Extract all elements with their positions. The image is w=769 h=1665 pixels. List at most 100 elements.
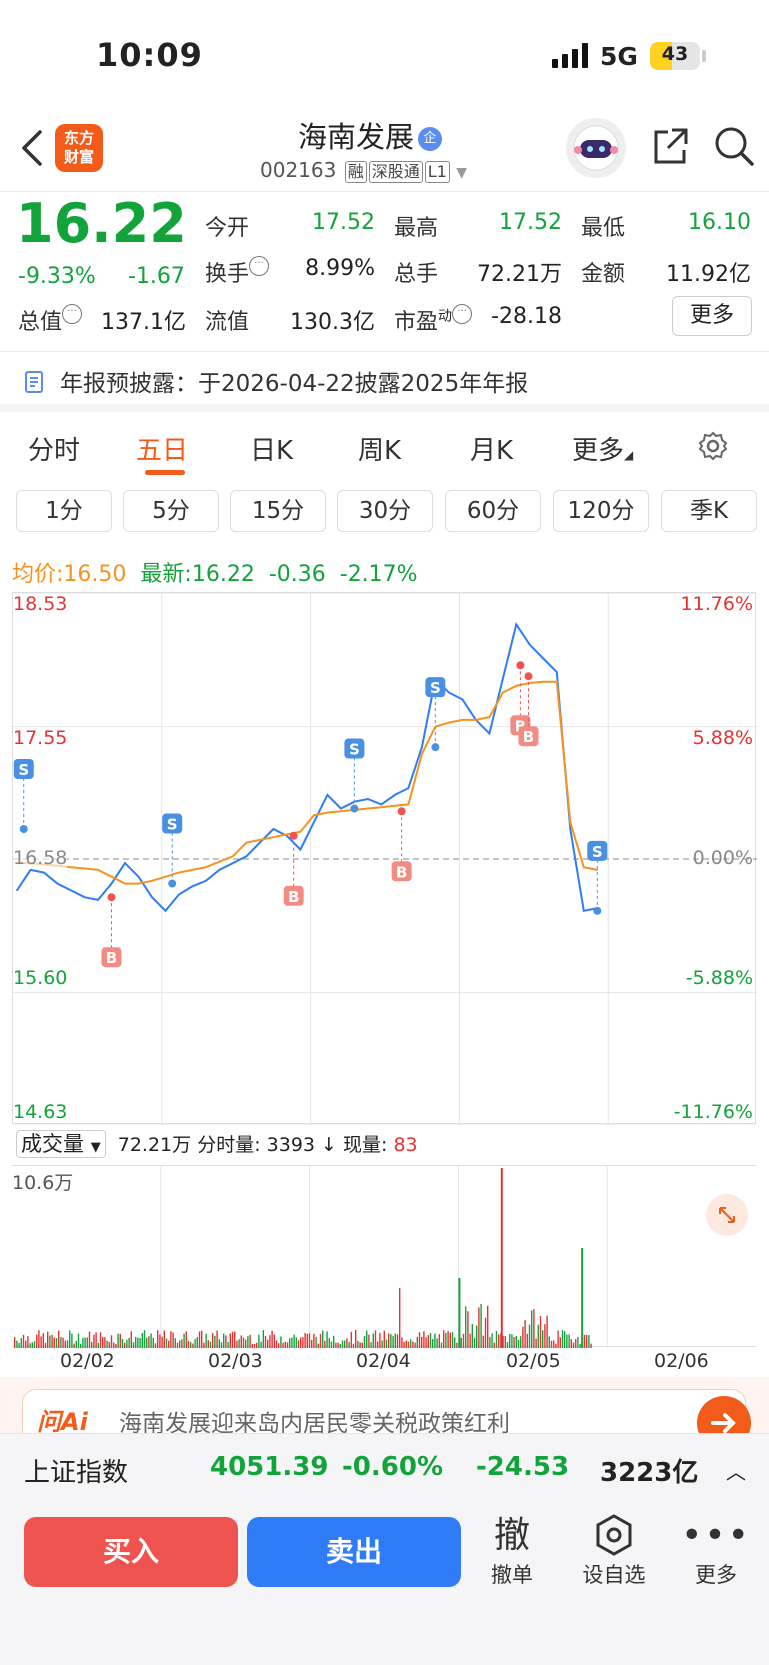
- add-watchlist-button[interactable]: 设自选: [574, 1513, 654, 1589]
- volume-bar: [27, 1336, 29, 1348]
- tab-week-k[interactable]: 周K: [358, 430, 401, 467]
- volume-bar: [524, 1320, 526, 1348]
- volume-bar: [372, 1333, 374, 1348]
- five-day-chart[interactable]: SBSBSBSBBS 18.53 17.55 16.58 15.60 14.63…: [12, 592, 757, 1126]
- index-ticker[interactable]: 上证指数 4051.39 -0.60% -24.53 3223亿 ︿: [0, 1433, 769, 1505]
- more-actions-button[interactable]: ••• 更多: [676, 1513, 756, 1589]
- buy-marker-label: B: [288, 888, 299, 906]
- volume-bar: [396, 1334, 399, 1348]
- volume-bar: [511, 1334, 513, 1348]
- volume-bar: [141, 1332, 143, 1348]
- volume-bar: [374, 1330, 377, 1348]
- brand-logo[interactable]: 东方 财富: [55, 124, 103, 172]
- volume-bar: [465, 1306, 467, 1348]
- arrow-right-icon[interactable]: [697, 1396, 751, 1433]
- period-60min[interactable]: 60分: [445, 490, 541, 532]
- volume-bar: [234, 1331, 236, 1348]
- period-buttons: 1分 5分 15分 30分 60分 120分 季K: [0, 490, 769, 534]
- mktcap-row[interactable]: 总值 ··· 137.1亿: [18, 304, 186, 336]
- volume-bar: [500, 1168, 503, 1348]
- period-5min[interactable]: 5分: [123, 490, 219, 532]
- volume-bar: [130, 1331, 132, 1348]
- volume-bar: [128, 1337, 130, 1348]
- data-point: [448, 691, 450, 694]
- volume-bar: [414, 1342, 416, 1348]
- volume-chart[interactable]: 10.6万: [12, 1165, 756, 1348]
- data-point: [245, 855, 248, 858]
- x-date: 02/05: [506, 1350, 561, 1372]
- active-tab-indicator: [145, 470, 185, 475]
- volume-bar: [115, 1343, 117, 1348]
- volume-bar: [58, 1330, 60, 1348]
- cancel-order-button[interactable]: 撤撤单: [472, 1513, 552, 1589]
- sell-button[interactable]: 卖出: [247, 1517, 461, 1587]
- volume-bar: [176, 1342, 179, 1348]
- high-row: 最高 17.52: [394, 210, 562, 241]
- volume-bar: [520, 1336, 522, 1348]
- stock-code-row[interactable]: 002163 融深股通 L1 ▼: [260, 158, 467, 183]
- settings-gear-icon[interactable]: [697, 430, 729, 462]
- volume-bar: [174, 1338, 176, 1348]
- volume-bar: [163, 1330, 165, 1348]
- volume-bar: [53, 1337, 55, 1348]
- buy-button[interactable]: 买入: [24, 1517, 238, 1587]
- more-quote-button[interactable]: 更多: [672, 296, 752, 336]
- period-30min[interactable]: 30分: [337, 490, 433, 532]
- period-1min[interactable]: 1分: [16, 490, 112, 532]
- data-point: [461, 719, 464, 721]
- tab-five-day[interactable]: 五日: [136, 430, 188, 467]
- share-icon[interactable]: [648, 124, 692, 168]
- report-notice[interactable]: 年报预披露：于2026-04-22披露2025年年报: [0, 352, 769, 412]
- volume-bar: [110, 1335, 113, 1348]
- data-point: [367, 807, 369, 810]
- back-icon[interactable]: [18, 128, 48, 168]
- volume-bar: [271, 1330, 273, 1348]
- volume-bar: [280, 1336, 282, 1348]
- period-120min[interactable]: 120分: [553, 490, 649, 532]
- volume-bar: [322, 1330, 324, 1348]
- volume-bar: [476, 1325, 478, 1348]
- volume-bar: [190, 1342, 192, 1348]
- ai-robot-icon[interactable]: [566, 118, 626, 178]
- chevron-up-icon[interactable]: ︿: [726, 1456, 746, 1485]
- volume-bar: [185, 1331, 187, 1348]
- volume-bar: [218, 1339, 220, 1348]
- turnover-row[interactable]: 换手 ··· 8.99%: [205, 256, 375, 288]
- trade-marker-dot: [397, 807, 406, 816]
- volume-bar: [377, 1341, 379, 1348]
- volume-bar: [366, 1330, 368, 1348]
- tab-day-k[interactable]: 日K: [250, 430, 293, 467]
- volume-bar: [75, 1340, 77, 1348]
- data-point: [299, 848, 302, 851]
- tab-intraday[interactable]: 分时: [28, 430, 80, 467]
- volume-bar: [132, 1342, 135, 1348]
- volume-bar: [40, 1336, 42, 1348]
- expand-icon[interactable]: [706, 1194, 748, 1236]
- y-right-tick: 11.76%: [680, 593, 753, 615]
- volume-bar: [484, 1317, 487, 1348]
- volume-bar: [146, 1337, 148, 1348]
- volume-bar: [575, 1339, 577, 1348]
- tab-month-k[interactable]: 月K: [470, 430, 513, 467]
- index-pct: -0.60%: [342, 1452, 443, 1482]
- info-icon[interactable]: ···: [62, 304, 83, 324]
- volume-bar: [328, 1338, 330, 1348]
- tab-more[interactable]: 更多◢: [572, 430, 633, 467]
- volume-bar: [581, 1248, 584, 1348]
- volume-bar: [590, 1343, 592, 1348]
- volume-header: 成交量 ▼ 72.21万 分时量: 3393 ↓ 现量: 83: [16, 1130, 418, 1160]
- period-season-k[interactable]: 季K: [661, 490, 757, 532]
- ai-news-card[interactable]: 问Ai 海南发展迎来岛内居民零关税政策红利: [22, 1389, 751, 1433]
- indicator-selector[interactable]: 成交量 ▼: [16, 1130, 106, 1158]
- search-icon[interactable]: [712, 124, 756, 168]
- y-right-tick: -5.88%: [685, 967, 753, 989]
- volume-row: 总手 72.21万: [394, 262, 562, 287]
- info-icon[interactable]: ···: [452, 304, 473, 324]
- volume-bar: [236, 1340, 238, 1348]
- pe-row[interactable]: 市盈动 ··· -28.18: [394, 304, 562, 336]
- volume-bar: [97, 1342, 99, 1348]
- volume-bar: [458, 1278, 461, 1348]
- info-icon[interactable]: ···: [249, 256, 270, 276]
- period-15min[interactable]: 15分: [230, 490, 326, 532]
- data-point: [110, 882, 113, 885]
